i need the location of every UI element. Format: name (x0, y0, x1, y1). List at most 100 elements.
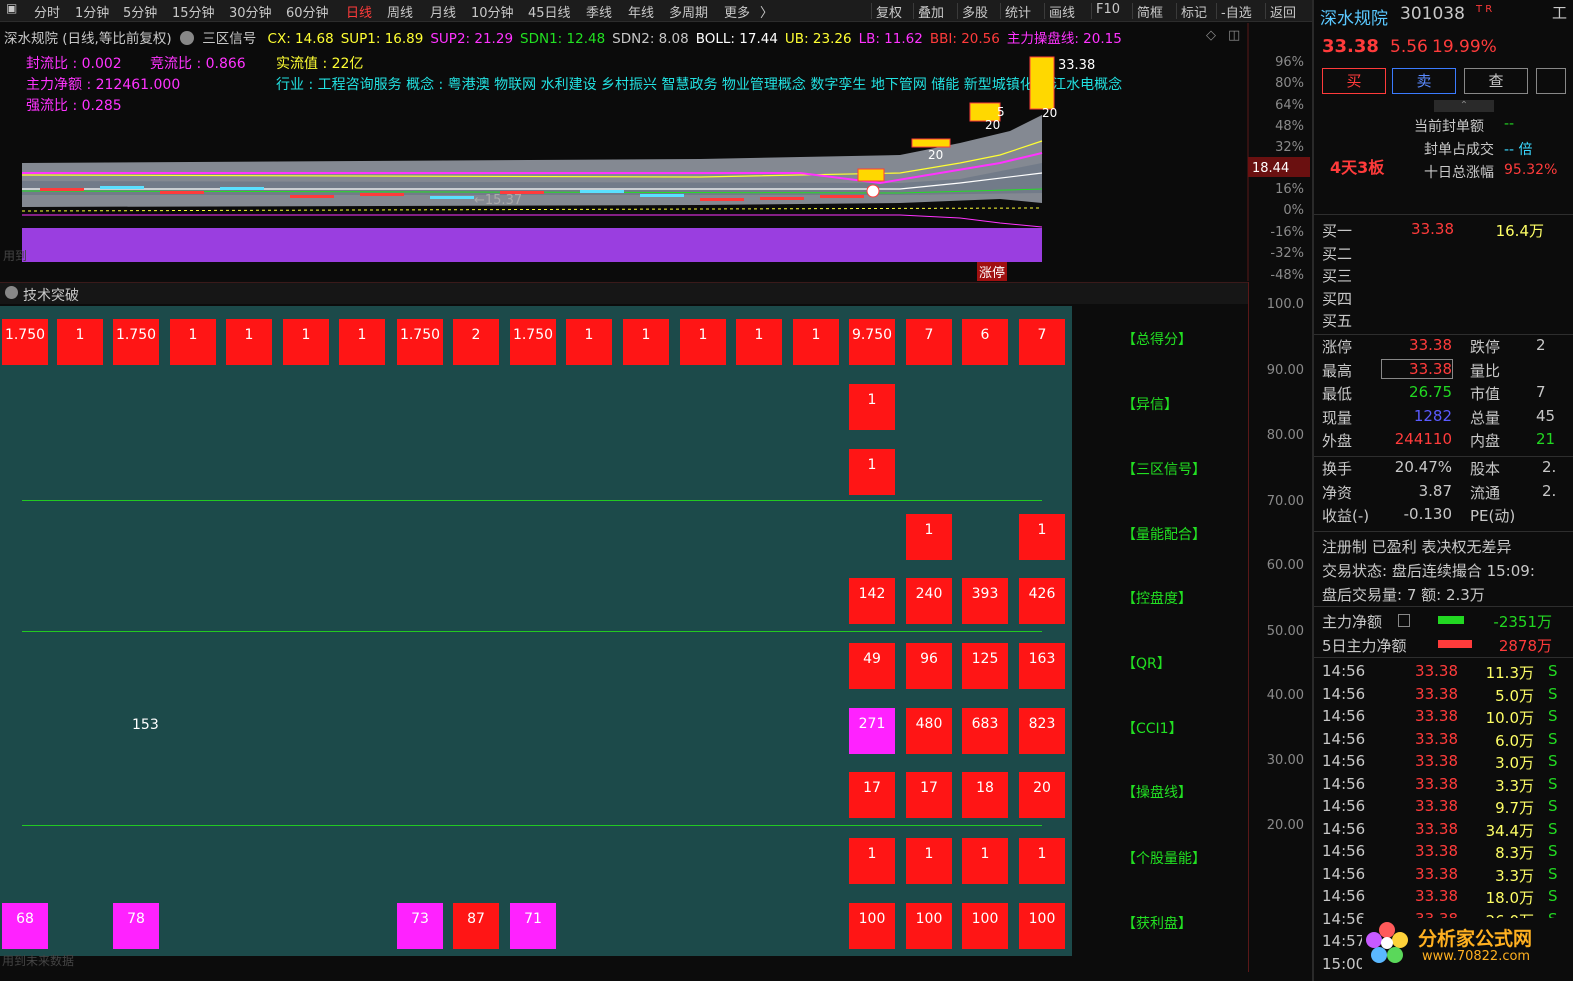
signal-cell: 1 (849, 384, 895, 430)
seal-value-3: 95.32% (1504, 162, 1558, 178)
flower-logo-icon (1366, 922, 1408, 963)
orderbook-price[interactable]: 33.38 (1384, 220, 1454, 238)
tool-tab[interactable]: 多股 (962, 2, 988, 21)
signal-cell: 683 (962, 708, 1008, 754)
quote-label: 最低 (1322, 385, 1353, 403)
lower-footer: 用到未来数据 (2, 954, 75, 968)
signal-cell: 6 (962, 319, 1008, 365)
watermark-title: 分析家公式网 (1418, 928, 1533, 950)
tool-tab[interactable]: 叠加 (918, 2, 944, 21)
fund-label: PE(动) (1470, 507, 1516, 525)
fund-value: -0.130 (1403, 505, 1452, 523)
code-marks: T R (1476, 4, 1493, 15)
period-tab[interactable]: 45日线 (528, 2, 571, 21)
buy-button[interactable]: 买 (1322, 68, 1386, 94)
quote-value: 2 (1536, 336, 1546, 354)
quote-label: 外盘 (1322, 432, 1353, 450)
tab-separator (1265, 3, 1266, 19)
row-label: 【个股量能】 (1122, 851, 1206, 867)
quote-value: 33.38 (1409, 336, 1452, 354)
period-tab[interactable]: 多周期 (669, 2, 708, 21)
quote-panel: 深水规院 301038 T R 工 33.38 5.56 19.99% 买 卖 … (1312, 0, 1573, 981)
lower-y-tick: 20.00 (1266, 818, 1304, 833)
period-tab[interactable]: 季线 (586, 2, 612, 21)
signal-cell: 87 (453, 903, 499, 949)
period-tab[interactable]: 日线 (346, 2, 372, 21)
tick-time: 14:56 (1322, 797, 1366, 815)
period-tab[interactable]: 5分钟 (123, 2, 157, 21)
period-tab[interactable]: 15分钟 (172, 2, 215, 21)
more-chevron-icon[interactable]: 〉 (760, 2, 773, 21)
divider (1314, 531, 1573, 532)
candle (100, 186, 144, 189)
candle (360, 193, 404, 196)
collapse-arrow-icon[interactable]: ⌃ (1434, 100, 1494, 112)
tick-price: 33.38 (1415, 819, 1458, 838)
upper-y-tick: 48% (1275, 119, 1304, 134)
period-tab[interactable]: 月线 (430, 2, 456, 21)
signal-cell: 1 (283, 319, 329, 365)
stock-name: 深水规院 (1320, 9, 1388, 29)
side-tab[interactable]: 工 (1552, 2, 1567, 23)
query-button[interactable]: 查 (1464, 68, 1528, 94)
table-icon[interactable] (1398, 614, 1410, 627)
row-label: 【异信】 (1122, 397, 1178, 413)
tool-tab[interactable]: 标记 (1181, 2, 1207, 21)
panel-toggle-icon[interactable]: ▣ (6, 1, 17, 15)
signal-cell: 1 (793, 319, 839, 365)
tab-separator (1044, 3, 1045, 19)
orderbook-label: 买四 (1322, 289, 1353, 308)
candle (700, 198, 744, 201)
row-label: 【操盘线】 (1122, 785, 1192, 801)
more-button[interactable] (1536, 68, 1566, 94)
period-tab[interactable]: 10分钟 (471, 2, 514, 21)
fund-label: 换手 (1322, 460, 1353, 478)
lower-y-tick: 90.00 (1266, 363, 1304, 378)
candle (220, 187, 264, 190)
limit-up-candle (1029, 56, 1055, 110)
collapse-icon[interactable] (5, 286, 18, 299)
tool-tab[interactable]: F10 (1096, 2, 1120, 17)
tool-tab[interactable]: 画线 (1049, 2, 1075, 21)
quote-label: 总量 (1470, 408, 1501, 427)
period-tab[interactable]: 更多 (724, 2, 750, 21)
lower-y-tick: 100.0 (1266, 297, 1304, 312)
tick-time: 14:56 (1322, 887, 1366, 905)
tool-tab[interactable]: 返回 (1270, 2, 1296, 21)
lower-panel-title[interactable]: 技术突破 (23, 285, 79, 305)
signal-cell: 1 (170, 319, 216, 365)
period-tab[interactable]: 30分钟 (229, 2, 272, 21)
stock-code: 301038 (1400, 4, 1465, 24)
tick-time: 14:56 (1322, 752, 1366, 770)
tool-tab[interactable]: 复权 (876, 2, 902, 21)
signal-cell: 1 (566, 319, 612, 365)
row-label: 【三区信号】 (1122, 462, 1206, 478)
candle (640, 194, 684, 197)
period-tab[interactable]: 年线 (628, 2, 654, 21)
upper-y-tick: -48% (1270, 268, 1304, 283)
fund-label: 净资 (1322, 483, 1353, 502)
lower-y-tick: 60.00 (1266, 558, 1304, 573)
period-tab[interactable]: 1分钟 (75, 2, 109, 21)
period-tab[interactable]: 分时 (34, 2, 60, 21)
period-tab[interactable]: 周线 (387, 2, 413, 21)
signal-cell: 426 (1019, 578, 1065, 624)
row-label: 【QR】 (1122, 656, 1171, 672)
tick-volume: 11.3万 (1485, 664, 1534, 682)
tab-separator (957, 3, 958, 19)
tool-tab[interactable]: 统计 (1005, 2, 1031, 21)
signal-cell: 1 (962, 838, 1008, 884)
signal-cell: 20 (1019, 772, 1065, 818)
sell-button[interactable]: 卖 (1392, 68, 1456, 94)
tool-tab[interactable]: -自选 (1221, 2, 1252, 21)
orderbook-label: 买一 (1322, 222, 1353, 240)
divider (1314, 657, 1573, 658)
period-tab[interactable]: 60分钟 (286, 2, 329, 21)
signal-cell: 49 (849, 643, 895, 689)
signal-cell: 7 (1019, 319, 1065, 365)
tool-tab[interactable]: 简框 (1137, 2, 1163, 21)
candle (40, 188, 84, 191)
period-toolbar: ▣ 分时 1分钟 5分钟 15分钟 30分钟 60分钟 日线 周线 月线 10分钟 45日线 季线 年线… (0, 0, 1312, 22)
grid-hline (22, 825, 1042, 826)
signal-cell: 1.750 (113, 319, 159, 365)
